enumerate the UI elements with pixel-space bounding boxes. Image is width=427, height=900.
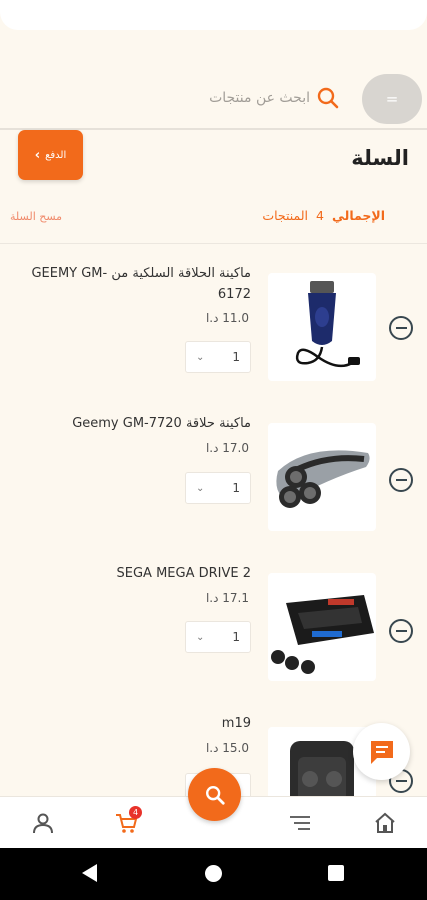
chevron-left-icon: ‹	[34, 147, 41, 163]
product-price: 15.0 د.ا	[205, 741, 249, 755]
categories-icon[interactable]	[288, 811, 312, 835]
checkout-button[interactable]: ‹ الدفع	[18, 130, 83, 180]
chevron-down-icon: ⌄	[196, 351, 205, 363]
quantity-select[interactable]: ⌄ 1	[185, 472, 251, 504]
product-image[interactable]	[268, 573, 376, 681]
chevron-down-icon: ⌄	[196, 482, 205, 494]
cart-total: الإجمالي 4 المنتجات	[262, 208, 385, 223]
recent-apps-icon[interactable]	[328, 865, 344, 881]
hair-clipper-image	[295, 281, 360, 368]
search-placeholder: ابحث عن منتجات	[209, 90, 310, 106]
status-bar	[0, 0, 427, 30]
product-image[interactable]	[268, 273, 376, 381]
menu-button[interactable]: =	[362, 74, 422, 124]
product-name[interactable]: SEGA MEGA DRIVE 2	[11, 563, 251, 584]
remove-item-button[interactable]	[389, 619, 413, 643]
cart-badge: 4	[129, 806, 142, 819]
product-price: 17.0 د.ا	[205, 441, 249, 455]
product-name[interactable]: ماكينة الحلاقة السلكية من GEEMY GM-6172	[11, 263, 251, 305]
cart-item: ماكينة حلاقة Geemy GM-7720 17.0 د.ا ⌄ 1	[0, 413, 427, 563]
back-icon[interactable]	[82, 864, 97, 882]
search-icon	[205, 785, 225, 805]
quantity-select[interactable]: ⌄ 1	[185, 621, 251, 653]
system-nav-bar	[0, 848, 427, 900]
clear-cart-link[interactable]: مسح السلة	[10, 210, 62, 223]
chevron-down-icon: ⌄	[196, 631, 205, 643]
cart-item: ماكينة الحلاقة السلكية من GEEMY GM-6172 …	[0, 263, 427, 413]
search-bar[interactable]: ابحث عن منتجات	[150, 80, 340, 116]
home-circle-icon[interactable]	[205, 865, 222, 882]
home-icon[interactable]	[373, 811, 397, 835]
quantity-select[interactable]: ⌄ 1	[185, 341, 251, 373]
cart-item: SEGA MEGA DRIVE 2 17.1 د.ا ⌄ 1	[0, 563, 427, 713]
quantity-value: 1	[232, 630, 240, 644]
game-console-image	[271, 595, 374, 674]
product-image[interactable]	[268, 423, 376, 531]
total-count: 4	[316, 208, 324, 223]
quantity-value: 1	[232, 350, 240, 364]
divider	[0, 243, 427, 244]
quantity-value: 1	[232, 481, 240, 495]
chat-icon	[370, 740, 393, 764]
page-title: السلة	[351, 146, 409, 170]
checkout-label: الدفع	[45, 149, 67, 161]
chat-button[interactable]	[353, 723, 410, 780]
profile-icon[interactable]	[31, 811, 55, 835]
product-price: 11.0 د.ا	[205, 311, 249, 325]
product-price: 17.1 د.ا	[205, 591, 249, 605]
total-unit: المنتجات	[262, 208, 309, 223]
search-fab-button[interactable]	[188, 768, 241, 821]
remove-item-button[interactable]	[389, 316, 413, 340]
product-name[interactable]: ماكينة حلاقة Geemy GM-7720	[11, 413, 251, 434]
product-name[interactable]: m19	[11, 713, 251, 734]
menu-icon: =	[385, 90, 399, 108]
search-icon	[317, 87, 339, 109]
remove-item-button[interactable]	[389, 468, 413, 492]
rotary-shaver-image	[276, 450, 370, 508]
total-label: الإجمالي	[331, 208, 385, 223]
